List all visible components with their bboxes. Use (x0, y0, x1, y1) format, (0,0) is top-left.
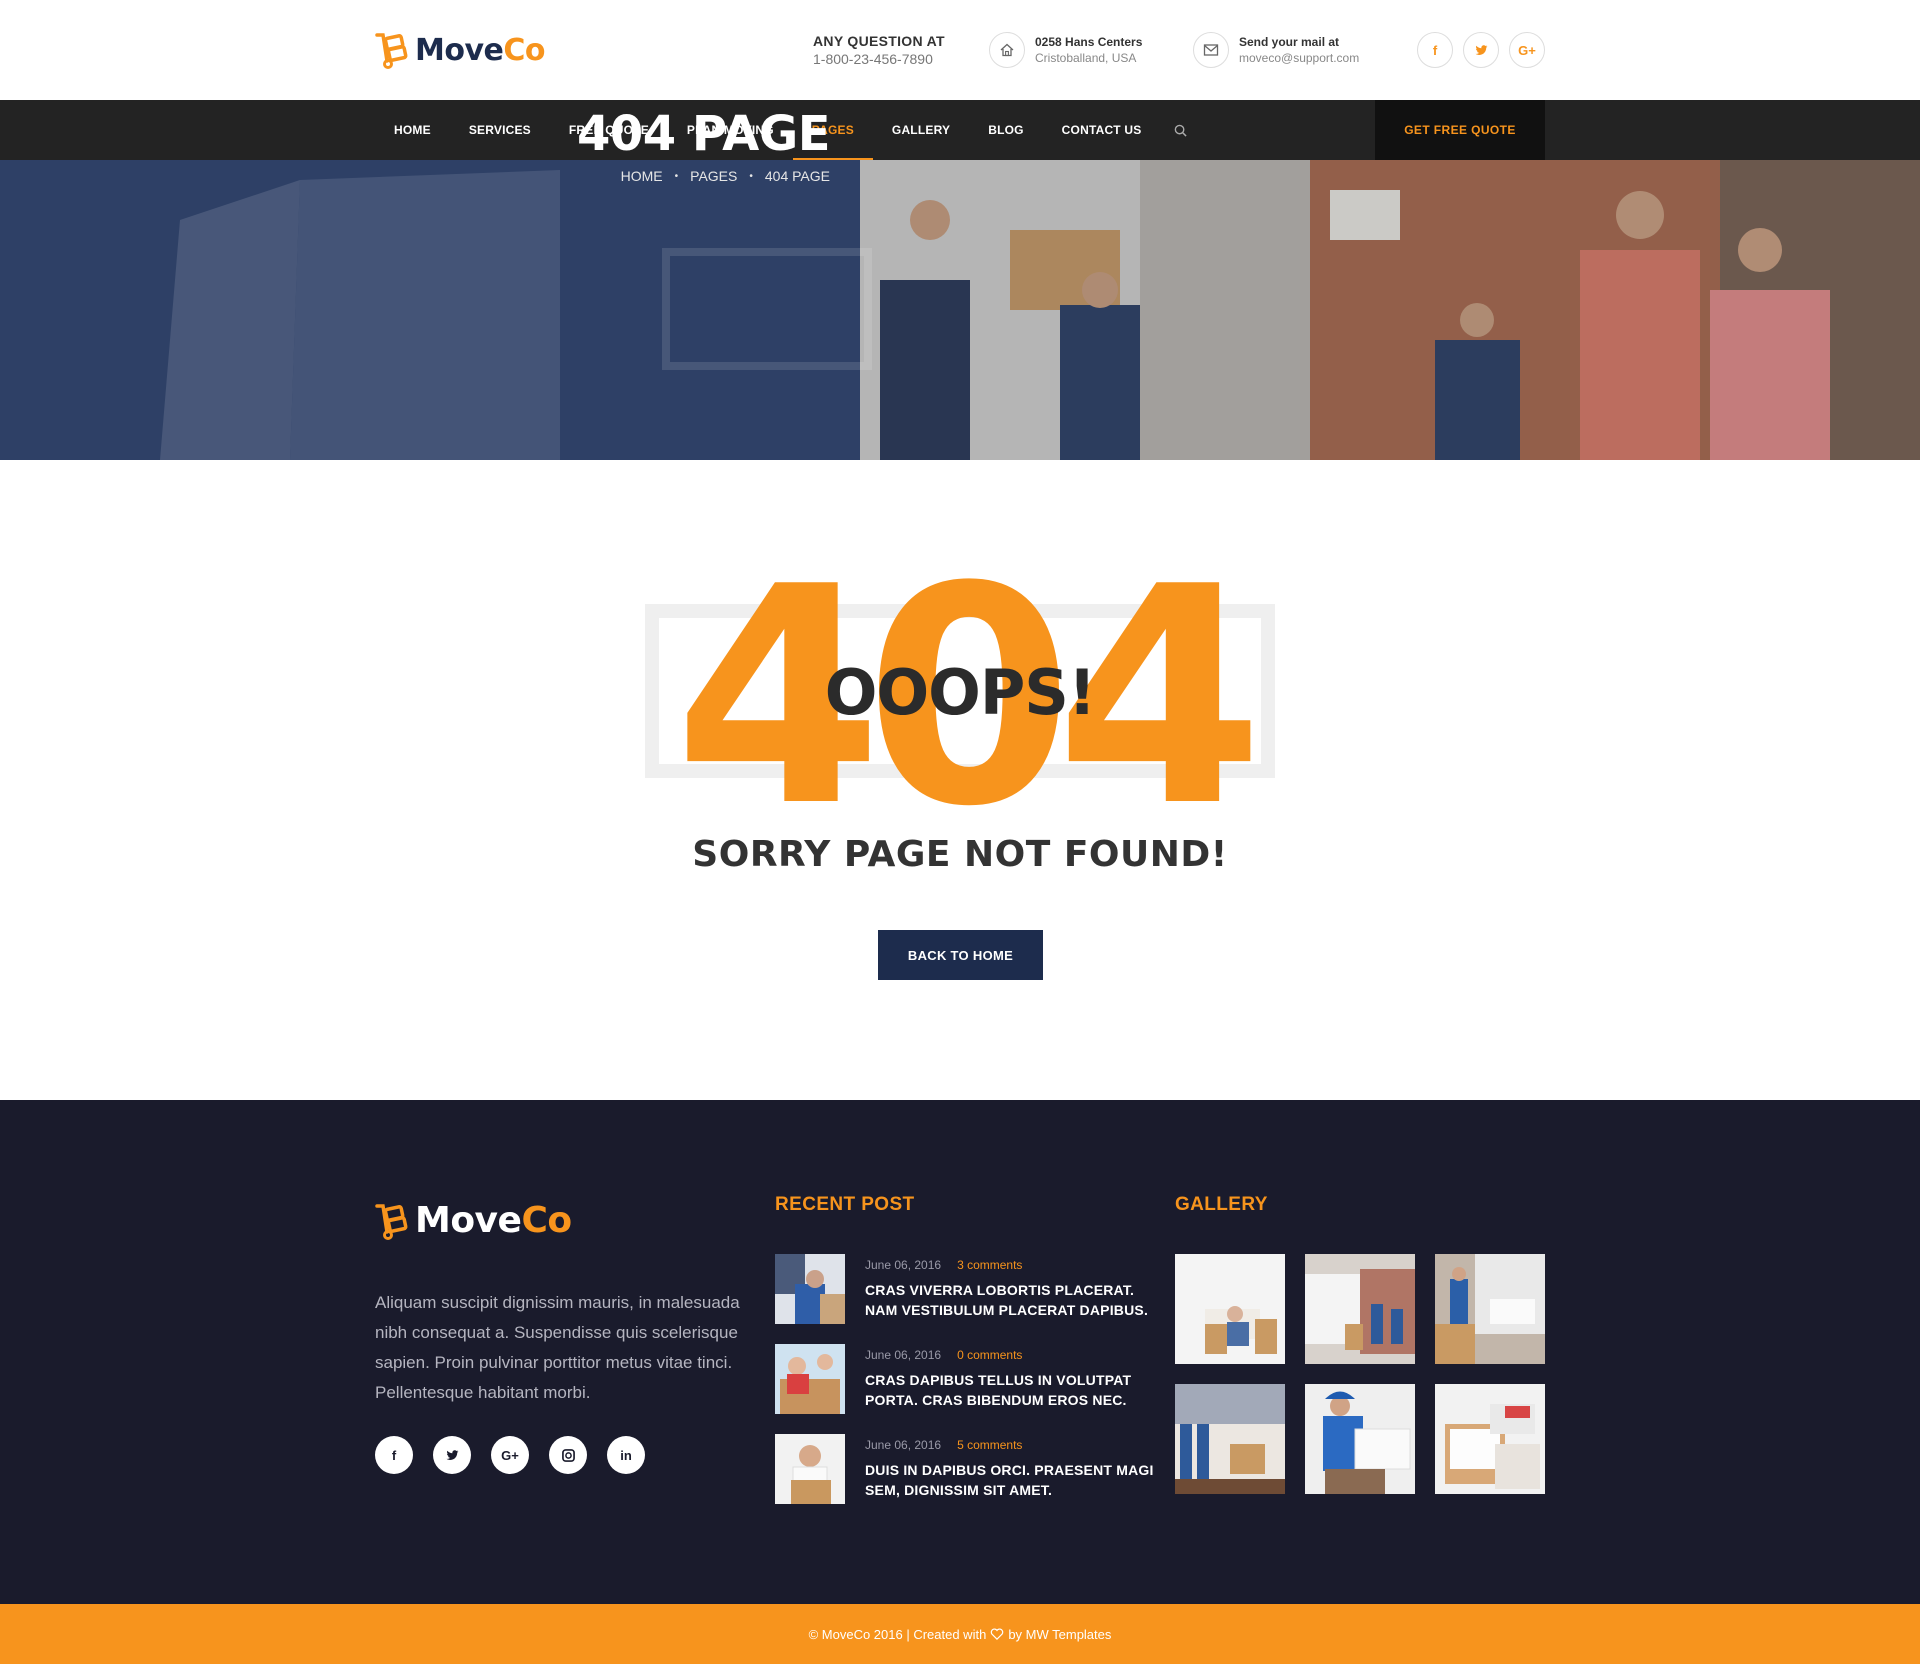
breadcrumb-current: 404 PAGE (764, 168, 830, 184)
facebook-icon[interactable]: f (1417, 32, 1453, 68)
search-icon[interactable] (1160, 100, 1201, 160)
top-header: MoveCo ANY QUESTION AT 1-800-23-456-7890… (0, 0, 1920, 100)
page-banner (0, 160, 1920, 460)
gallery-image[interactable] (1435, 1254, 1545, 1364)
address-line2: Cristoballand, USA (1035, 51, 1137, 65)
breadcrumb-separator: • (749, 170, 753, 182)
gallery-image[interactable] (1305, 1254, 1415, 1364)
recent-post-heading: RECENT POST (775, 1194, 915, 1215)
post-meta: June 06, 2016 0 comments (865, 1348, 1022, 1362)
twitter-icon[interactable] (1463, 32, 1499, 68)
nav-home[interactable]: HOME (375, 100, 450, 160)
footer-logo-text: MoveCo (415, 1200, 572, 1241)
hand-truck-logo-icon (375, 1203, 408, 1240)
gallery-heading: GALLERY (1175, 1194, 1268, 1215)
address-block: 0258 Hans Centers Cristoballand, USA (989, 32, 1142, 68)
nav-contact-us[interactable]: CONTACT US (1043, 100, 1161, 160)
logo[interactable]: MoveCo (375, 30, 546, 70)
post-comments[interactable]: 5 comments (957, 1438, 1022, 1452)
google-plus-icon[interactable]: G+ (1509, 32, 1545, 68)
gallery-image[interactable] (1435, 1384, 1545, 1494)
movers-photo (860, 160, 1920, 460)
question-label: ANY QUESTION AT (813, 33, 945, 49)
post-date: June 06, 2016 (865, 1438, 942, 1452)
recent-post-item[interactable]: June 06, 2016 5 comments DUIS IN DAPIBUS … (775, 1434, 1155, 1504)
hand-truck-logo-icon (375, 33, 408, 69)
post-meta: June 06, 2016 3 comments (865, 1258, 1022, 1272)
nav-services[interactable]: SERVICES (450, 100, 550, 160)
breadcrumb-pages[interactable]: PAGES (690, 168, 737, 184)
home-icon (989, 32, 1025, 68)
post-thumbnail[interactable] (775, 1434, 845, 1504)
post-comments[interactable]: 3 comments (957, 1258, 1022, 1272)
twitter-icon[interactable] (433, 1436, 471, 1474)
copyright-author[interactable]: by MW Templates (1008, 1627, 1111, 1642)
linkedin-icon[interactable]: in (607, 1436, 645, 1474)
post-meta: June 06, 2016 5 comments (865, 1438, 1022, 1452)
instagram-icon[interactable] (549, 1436, 587, 1474)
post-thumbnail[interactable] (775, 1254, 845, 1324)
footer-social: f G+ in (375, 1436, 665, 1474)
gallery-image[interactable] (1175, 1384, 1285, 1494)
back-to-home-button[interactable]: BACK TO HOME (878, 930, 1043, 980)
contact-phone: ANY QUESTION AT 1-800-23-456-7890 (813, 33, 945, 67)
logo-text: MoveCo (415, 32, 546, 68)
mail-label: Send your mail at (1239, 35, 1340, 49)
phone-number[interactable]: 1-800-23-456-7890 (813, 51, 945, 67)
mail-address[interactable]: moveco@support.com (1239, 51, 1359, 65)
recent-post-item[interactable]: June 06, 2016 3 comments CRAS VIVERRA LOB… (775, 1254, 1155, 1324)
recent-post-item[interactable]: June 06, 2016 0 comments CRAS DAPIBUS TEL… (775, 1344, 1155, 1414)
heart-icon (991, 1628, 1004, 1640)
error-oops: OOOPS! (824, 656, 1097, 729)
facebook-icon[interactable]: f (375, 1436, 413, 1474)
google-plus-icon[interactable]: G+ (491, 1436, 529, 1474)
nav-gallery[interactable]: GALLERY (873, 100, 969, 160)
header-social: f G+ (1407, 32, 1545, 68)
breadcrumb: HOME • PAGES • 404 PAGE (621, 168, 830, 184)
post-thumbnail[interactable] (775, 1344, 845, 1414)
gallery-image[interactable] (1305, 1384, 1415, 1494)
copyright-text: © MoveCo 2016 | Created with (808, 1626, 987, 1642)
post-title[interactable]: CRAS VIVERRA LOBORTIS PLACERAT. NAM VEST… (865, 1280, 1160, 1320)
post-title[interactable]: CRAS DAPIBUS TELLUS IN VOLUTPAT PORTA. C… (865, 1370, 1160, 1410)
post-title[interactable]: DUIS IN DAPIBUS ORCI. PRAESENT MAGI SEM,… (865, 1460, 1160, 1500)
main-nav: HOME SERVICES FREE QUOTE PLAN MOVING PAG… (0, 100, 1920, 160)
footer-logo[interactable]: MoveCo (375, 1200, 572, 1241)
nav-blog[interactable]: BLOG (969, 100, 1042, 160)
gallery-image[interactable] (1175, 1254, 1285, 1364)
footer-about-text: Aliquam suscipit dignissim mauris, in ma… (375, 1293, 740, 1402)
post-comments[interactable]: 0 comments (957, 1348, 1022, 1362)
banner-frame-decor (662, 248, 872, 370)
error-message: SORRY PAGE NOT FOUND! (692, 834, 1228, 875)
get-free-quote-button[interactable]: GET FREE QUOTE (1375, 100, 1545, 160)
mail-block: Send your mail at moveco@support.com (1193, 32, 1359, 68)
copyright-bar: © MoveCo 2016 | Created with by MW Templ… (0, 1604, 1920, 1664)
address-line1: 0258 Hans Centers (1035, 35, 1143, 49)
envelope-icon (1193, 32, 1229, 68)
page-title: 404 PAGE (576, 106, 831, 162)
post-date: June 06, 2016 (865, 1348, 942, 1362)
post-date: June 06, 2016 (865, 1258, 942, 1272)
breadcrumb-separator: • (674, 170, 679, 182)
breadcrumb-home[interactable]: HOME (621, 168, 663, 184)
